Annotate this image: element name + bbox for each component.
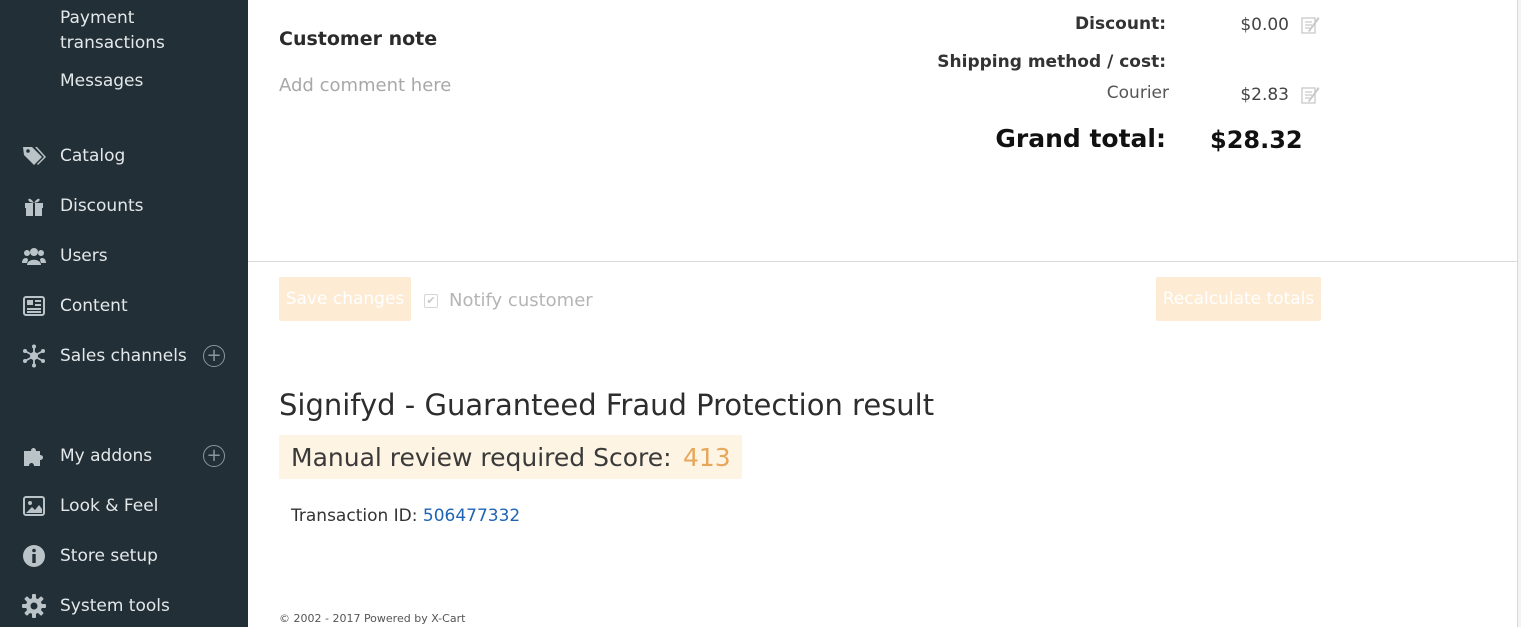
recalculate-totals-button[interactable]: Recalculate totals [1156,277,1321,321]
newspaper-icon [21,293,47,319]
gift-icon [21,193,47,219]
gear-icon [21,593,47,619]
puzzle-icon [21,443,47,469]
notify-customer-toggle[interactable]: ✔ Notify customer [424,290,593,311]
hub-icon [21,343,47,369]
sidebar-item-my-addons[interactable]: My addons + [0,436,248,476]
edit-discount-icon[interactable] [1300,15,1320,35]
shipping-value: $2.83 [1240,85,1289,105]
grand-total-label: Grand total: [995,124,1166,153]
add-addon-button[interactable]: + [203,445,225,467]
notify-customer-label: Notify customer [449,290,593,311]
fraud-review-box: Manual review required Score: 413 [279,435,742,479]
grand-total-value: $28.32 [1210,126,1303,154]
sidebar-item-catalog[interactable]: Catalog [0,136,248,176]
sidebar-item-sales-channels[interactable]: Sales channels + [0,336,248,376]
sidebar-subitem-payment-transactions[interactable]: Payment transactions [60,6,210,56]
sidebar-item-store-setup[interactable]: Store setup [0,536,248,576]
sidebar: Payment transactions Messages Catalog Di… [0,0,248,627]
sidebar-item-content[interactable]: Content [0,286,248,326]
customer-note-title: Customer note [279,28,438,50]
notify-customer-checkbox[interactable]: ✔ [424,293,438,308]
transaction-id-link[interactable]: 506477332 [423,506,520,526]
add-sales-channel-button[interactable]: + [203,345,225,367]
info-icon [21,543,47,569]
transaction-label: Transaction ID: [291,506,418,526]
scrollbar[interactable] [1517,0,1521,627]
section-divider [248,261,1517,262]
sidebar-item-users[interactable]: Users [0,236,248,276]
edit-shipping-icon[interactable] [1300,85,1320,105]
sidebar-item-label: Store setup [60,546,158,566]
users-icon [21,243,47,269]
sidebar-item-label: Discounts [60,196,144,216]
sidebar-item-label: Catalog [60,146,126,166]
sidebar-item-look-feel[interactable]: Look & Feel [0,486,248,526]
tags-icon [21,143,47,169]
image-icon [21,493,47,519]
signifyd-title: Signifyd - Guaranteed Fraud Protection r… [279,388,935,422]
sidebar-item-discounts[interactable]: Discounts [0,186,248,226]
sidebar-item-system-tools[interactable]: System tools [0,586,248,626]
sidebar-item-label: System tools [60,596,170,616]
sidebar-subitem-label: Messages [60,71,144,91]
sidebar-subitem-messages[interactable]: Messages [60,69,143,94]
sidebar-item-label: Content [60,296,128,316]
sidebar-item-label: Sales channels [60,346,187,366]
sidebar-item-label: My addons [60,446,153,466]
customer-note-input[interactable] [279,70,699,100]
shipping-label: Shipping method / cost: [937,52,1166,72]
review-status-text: Manual review required Score: [291,442,672,472]
sidebar-subitem-label: Payment transactions [60,8,165,53]
shipping-method: Courier [1106,83,1169,103]
transaction-row: Transaction ID: 506477332 [291,506,520,526]
save-changes-button[interactable]: Save changes [279,277,411,321]
sidebar-item-label: Look & Feel [60,496,159,516]
discount-value: $0.00 [1240,15,1289,35]
sidebar-item-label: Users [60,246,108,266]
discount-label: Discount: [1075,14,1166,34]
fraud-score: 413 [683,442,731,472]
footer-copyright: © 2002 - 2017 Powered by X-Cart [279,612,466,625]
